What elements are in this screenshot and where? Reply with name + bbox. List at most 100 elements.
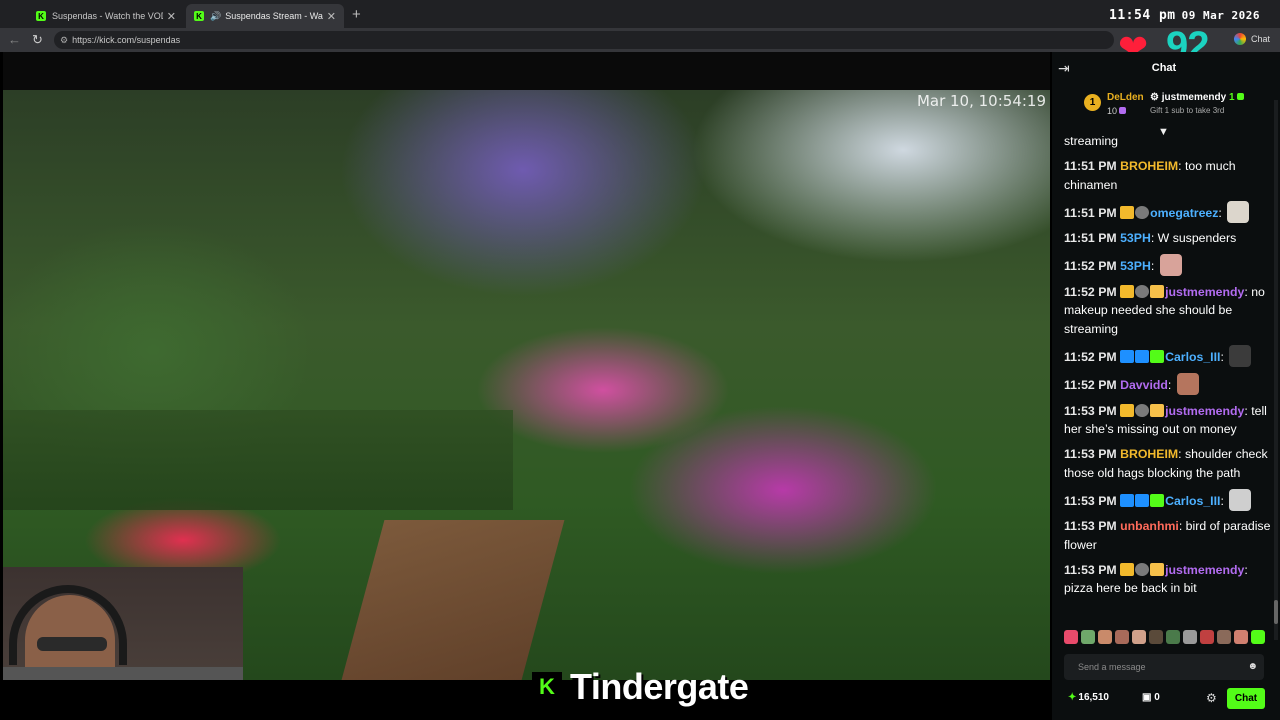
message-input[interactable]: Send a message ☻: [1064, 654, 1264, 680]
ticker-overlay: K Tindergate: [532, 666, 912, 707]
emoji-icon[interactable]: ☻: [1247, 661, 1258, 672]
quick-emote-icon[interactable]: [1064, 630, 1078, 644]
brick-path: [341, 520, 565, 680]
user-badge-icon: [1150, 403, 1165, 417]
message-username[interactable]: Davvidd: [1120, 378, 1168, 392]
kick-favicon-icon: K: [194, 11, 204, 21]
user-badge-icon: [1150, 349, 1165, 363]
emote-icon: [1176, 373, 1199, 395]
message-placeholder: Send a message: [1078, 662, 1146, 672]
gift-count[interactable]: ▣ 0: [1142, 692, 1160, 703]
message-username[interactable]: omegatreez: [1150, 206, 1218, 220]
quick-emote-icon[interactable]: [1115, 630, 1129, 644]
chat-message: 11:53 PM justmemendy: tell her she’s mis…: [1064, 403, 1267, 436]
video-player[interactable]: Mar 10, 10:54:19: [3, 52, 1050, 680]
message-time: 11:52 PM: [1064, 378, 1117, 392]
message-username[interactable]: justmemendy: [1165, 285, 1244, 299]
gift-leaderboard[interactable]: 1 DeLden 10 ⚙ justmemendy 1 Gift 1 sub t…: [1084, 90, 1264, 122]
emote-icon: [1159, 254, 1182, 276]
chat-message: 11:53 PM justmemendy: pizza here be back…: [1064, 562, 1248, 595]
user-badge-icon: [1135, 205, 1150, 219]
user-badge-icon: [1150, 284, 1165, 298]
url-text: https://kick.com/suspendas: [72, 35, 181, 45]
chat-message: 11:51 PM BROHEIM: too much chinamen: [1064, 159, 1236, 192]
quick-emote-icon[interactable]: [1149, 630, 1163, 644]
leader-count: 10: [1107, 106, 1127, 116]
webcam-overlay: [3, 567, 243, 680]
message-username[interactable]: Carlos_III: [1165, 494, 1220, 508]
message-time: 11:51 PM: [1064, 159, 1117, 173]
new-tab-button[interactable]: +: [352, 6, 361, 23]
message-username[interactable]: BROHEIM: [1120, 159, 1178, 173]
chat-message: 11:53 PM unbanhmi: bird of paradise flow…: [1064, 519, 1271, 552]
tab-vod[interactable]: K Suspendas - Watch the VOD on K ✕: [28, 4, 184, 28]
message-time: 11:53 PM: [1064, 562, 1117, 577]
user-badge-icon: [1135, 562, 1150, 576]
scroll-thumb[interactable]: [1274, 600, 1278, 624]
tab-title: Suspendas - Watch the VOD on K: [52, 11, 163, 21]
message-username[interactable]: BROHEIM: [1120, 447, 1178, 461]
message-time: 11:51 PM: [1064, 231, 1117, 245]
quick-emote-icon[interactable]: [1183, 630, 1197, 644]
message-username[interactable]: 53PH: [1120, 259, 1151, 273]
message-time: 11:53 PM: [1064, 493, 1117, 508]
message-text: pizza here be back in bit: [1064, 581, 1197, 595]
gift-hint: Gift 1 sub to take 3rd: [1150, 106, 1225, 115]
chat-extension-button[interactable]: Chat: [1234, 33, 1270, 45]
tab-bar: K Suspendas - Watch the VOD on K ✕ K 🔊 S…: [0, 0, 1280, 28]
message-username[interactable]: Carlos_III: [1165, 350, 1220, 364]
quick-emote-icon[interactable]: [1234, 630, 1248, 644]
user-badge-icon: [1120, 562, 1135, 576]
channel-points[interactable]: ✦ 16,510: [1068, 692, 1109, 703]
chat-message: 11:52 PM 53PH:: [1064, 254, 1272, 276]
emote-icon: [1229, 488, 1252, 511]
message-username[interactable]: 53PH: [1120, 231, 1151, 245]
reload-icon[interactable]: ↻: [32, 32, 43, 48]
chat-extension-label: Chat: [1251, 34, 1271, 44]
user-badge-icon: [1135, 493, 1150, 507]
send-chat-button[interactable]: Chat: [1227, 688, 1265, 709]
back-icon[interactable]: ←: [8, 32, 21, 47]
clock-date: 09 Mar 2026: [1181, 9, 1260, 22]
chat-message: 11:53 PM Carlos_III:: [1064, 488, 1272, 511]
quick-emote-icon[interactable]: [1081, 630, 1095, 644]
sunglasses: [37, 637, 107, 651]
user-badge-icon: [1135, 403, 1150, 417]
clock-time: 11:54 pm: [1109, 8, 1176, 23]
close-tab-icon[interactable]: ✕: [167, 10, 176, 23]
user-badge-icon: [1120, 403, 1135, 417]
chat-header: ⇥ Chat: [1052, 52, 1280, 84]
quick-emote-icon[interactable]: [1251, 630, 1265, 644]
quick-emote-icon[interactable]: [1217, 630, 1231, 644]
message-username[interactable]: justmemendy: [1165, 404, 1244, 418]
quick-emote-icon[interactable]: [1166, 630, 1180, 644]
chat-message: 11:52 PM Carlos_III:: [1064, 344, 1272, 367]
user-badge-icon: [1135, 349, 1150, 363]
message-username[interactable]: justmemendy: [1165, 563, 1244, 577]
emote-icon: [1229, 344, 1252, 367]
sub-icon: [1236, 93, 1244, 100]
gift-icon: ▣: [1142, 692, 1152, 703]
shirt: [3, 667, 243, 680]
message-username[interactable]: unbanhmi: [1120, 519, 1179, 533]
leader-name: DeLden: [1107, 92, 1144, 103]
url-field[interactable]: ⚙ https://kick.com/suspendas: [54, 31, 1114, 49]
user-badge-icon: [1150, 493, 1165, 507]
speaker-icon[interactable]: 🔊: [210, 11, 221, 22]
quick-emote-icon[interactable]: [1200, 630, 1214, 644]
quick-emote-icon[interactable]: [1132, 630, 1146, 644]
close-tab-icon[interactable]: ✕: [327, 10, 336, 23]
user-badge-icon: [1120, 284, 1135, 298]
chat-messages: streaming 11:51 PM BROHEIM: too much chi…: [1064, 132, 1272, 632]
kick-favicon-icon: K: [36, 11, 46, 21]
site-info-icon[interactable]: ⚙: [60, 35, 68, 46]
quick-emote-icon[interactable]: [1098, 630, 1112, 644]
gemini-icon: [1234, 33, 1246, 45]
chat-message: 11:51 PM omegatreez:: [1064, 200, 1272, 223]
settings-gear-icon[interactable]: ⚙: [1206, 691, 1217, 705]
tab-stream[interactable]: K 🔊 Suspendas Stream - Watch Li ✕: [186, 4, 344, 28]
tab-title: Suspendas Stream - Watch Li: [225, 11, 323, 21]
chat-scrollbar[interactable]: [1274, 100, 1278, 640]
message-text: W suspenders: [1157, 231, 1237, 245]
clock-overlay: 11:54 pm 09 Mar 2026: [1109, 8, 1260, 23]
